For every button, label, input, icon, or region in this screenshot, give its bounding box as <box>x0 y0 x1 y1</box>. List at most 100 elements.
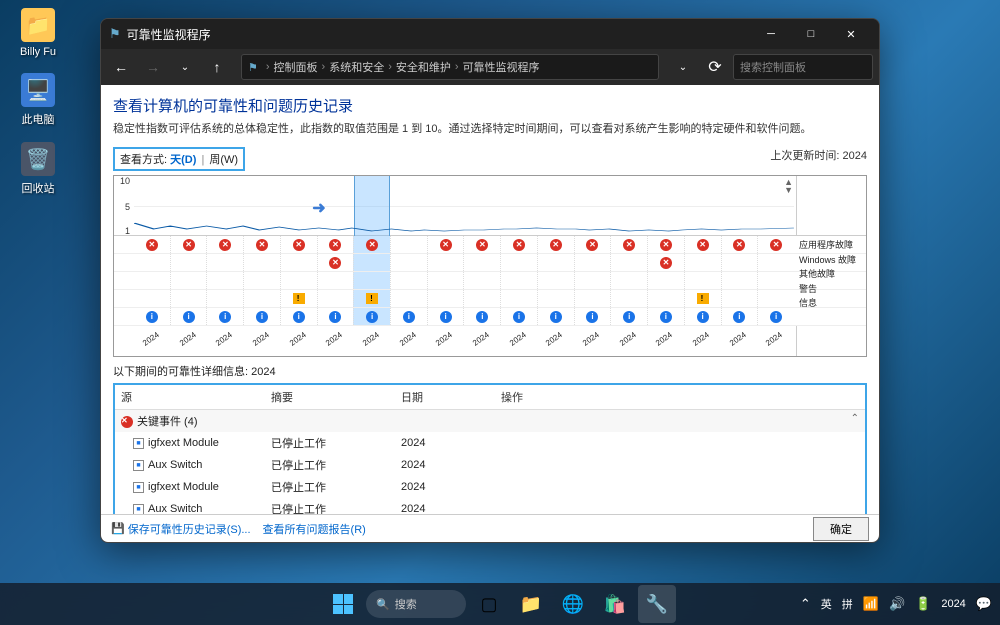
err-icon: ✕ <box>256 239 268 251</box>
warn-icon <box>293 293 305 304</box>
table-row[interactable]: ■Aux Switch已停止工作2024 <box>115 498 865 514</box>
err-icon: ✕ <box>623 239 635 251</box>
search-input[interactable]: 搜索控制面板 <box>733 54 873 80</box>
col-action[interactable]: 操作 <box>495 385 865 410</box>
date-axis: 2024202420242024202420242024202420242024… <box>114 326 866 356</box>
volume-icon[interactable]: 🔊 <box>889 596 905 612</box>
recent-button[interactable]: ⌄ <box>171 53 199 81</box>
view-toggle: 查看方式: 天(D) | 周(W) <box>113 147 245 171</box>
date-text: 2024 <box>395 498 495 514</box>
table-row[interactable]: ■igfxext Module已停止工作2024 <box>115 476 865 498</box>
notifications-icon[interactable]: 💬 <box>976 596 992 612</box>
collapse-icon[interactable]: ⌃ <box>851 413 859 424</box>
breadcrumb-dropdown[interactable]: ⌄ <box>669 53 697 81</box>
reliability-monitor-window: ⚑ 可靠性监视程序 ─ □ ✕ ← → ⌄ ↑ ⚑ › 控制面板 › 系统和安全… <box>100 18 880 543</box>
err-icon: ✕ <box>293 239 305 251</box>
summary-text: 已停止工作 <box>265 476 395 498</box>
up-button[interactable]: ↑ <box>203 53 231 81</box>
search-label: 搜索 <box>395 596 417 612</box>
desktop-icon-folder[interactable]: 📁 Billy Fu <box>8 8 68 58</box>
item-icon: ■ <box>133 504 144 514</box>
flag-icon: ⚑ <box>248 61 258 74</box>
explorer-icon[interactable]: 📁 <box>512 585 550 623</box>
source-text: Aux Switch <box>148 459 202 471</box>
desktop-icon-label: 此电脑 <box>22 111 55 127</box>
chart-event-row <box>114 290 866 308</box>
disk-icon: 💾 <box>111 522 125 535</box>
minimize-button[interactable]: ─ <box>751 19 791 49</box>
tray-expand-icon[interactable]: ⌃ <box>800 596 811 612</box>
err-icon: ✕ <box>219 239 231 251</box>
ime-indicator[interactable]: 拼 <box>842 596 853 612</box>
start-button[interactable] <box>324 585 362 623</box>
ok-button[interactable]: 确定 <box>813 517 869 541</box>
col-summary[interactable]: 摘要 <box>265 385 395 410</box>
folder-icon: 📁 <box>21 8 55 42</box>
battery-icon[interactable]: 🔋 <box>915 596 931 612</box>
table-row[interactable]: ■Aux Switch已停止工作2024 <box>115 454 865 476</box>
taskbar[interactable]: 🔍 搜索 ▢ 📁 🌐 🛍️ 🔧 ⌃ 英 拼 📶 🔊 🔋 2024 💬 <box>0 583 1000 625</box>
view-day-option[interactable]: 天(D) <box>170 154 196 166</box>
err-icon: ✕ <box>733 239 745 251</box>
chart-scroll[interactable]: ▲▼ <box>784 178 793 194</box>
breadcrumb-item[interactable]: 控制面板 <box>274 59 318 75</box>
events-table-wrap: 源 摘要 日期 操作 ✕关键事件 (4)⌃■igfxext Module已停止工… <box>113 383 867 514</box>
err-icon: ✕ <box>660 239 672 251</box>
reliability-line <box>134 176 794 236</box>
titlebar[interactable]: ⚑ 可靠性监视程序 ─ □ ✕ <box>101 19 879 49</box>
ime-indicator[interactable]: 英 <box>821 596 832 612</box>
save-history-link[interactable]: 保存可靠性历史记录(S)... <box>128 521 251 537</box>
desktop-icon-label: 回收站 <box>22 180 55 196</box>
breadcrumb-item[interactable]: 系统和安全 <box>329 59 384 75</box>
wifi-icon[interactable]: 📶 <box>863 596 879 612</box>
breadcrumb[interactable]: ⚑ › 控制面板 › 系统和安全 › 安全和维护 › 可靠性监视程序 <box>241 54 659 80</box>
err-icon: ✕ <box>476 239 488 251</box>
group-title: 关键事件 (4) <box>137 416 198 428</box>
navbar: ← → ⌄ ↑ ⚑ › 控制面板 › 系统和安全 › 安全和维护 › 可靠性监视… <box>101 49 879 85</box>
err-icon: ✕ <box>366 239 378 251</box>
source-text: igfxext Module <box>148 437 219 449</box>
detail-header: 以下期间的可靠性详细信息: 2024 <box>113 363 867 379</box>
date-label: 2024 <box>752 319 799 365</box>
chart-event-row <box>114 272 866 290</box>
breadcrumb-item[interactable]: 可靠性监视程序 <box>463 59 540 75</box>
summary-text: 已停止工作 <box>265 454 395 476</box>
col-date[interactable]: 日期 <box>395 385 495 410</box>
task-view-button[interactable]: ▢ <box>470 585 508 623</box>
desktop-icon-pc[interactable]: 🖥️ 此电脑 <box>8 73 68 127</box>
reliability-chart[interactable]: 10 5 1 ➜ ✕✕✕✕✕✕✕✕✕✕✕✕✕✕✕✕✕✕✕iiiiii <box>113 175 867 357</box>
last-update: 上次更新时间: 2024 <box>770 147 867 163</box>
app-icon[interactable]: 🔧 <box>638 585 676 623</box>
maximize-button[interactable]: □ <box>791 19 831 49</box>
date-text: 2024 <box>395 476 495 498</box>
pc-icon: 🖥️ <box>21 73 55 107</box>
close-button[interactable]: ✕ <box>831 19 871 49</box>
taskbar-search[interactable]: 🔍 搜索 <box>366 590 466 618</box>
err-icon: ✕ <box>586 239 598 251</box>
forward-button[interactable]: → <box>139 53 167 81</box>
breadcrumb-sep: › <box>266 61 270 73</box>
table-group-row[interactable]: ✕关键事件 (4)⌃ <box>115 410 865 433</box>
window-title: 可靠性监视程序 <box>127 26 751 43</box>
clock[interactable]: 2024 <box>941 598 965 610</box>
source-text: Aux Switch <box>148 503 202 514</box>
breadcrumb-sep: › <box>388 61 392 73</box>
err-icon: ✕ <box>660 257 672 269</box>
table-row[interactable]: ■igfxext Module已停止工作2024 <box>115 432 865 454</box>
desktop-icons: 📁 Billy Fu 🖥️ 此电脑 🗑️ 回收站 <box>8 8 68 196</box>
col-source[interactable]: 源 <box>115 385 265 410</box>
view-reports-link[interactable]: 查看所有问题报告(R) <box>263 521 366 537</box>
refresh-button[interactable]: ⟳ <box>701 53 729 81</box>
desktop-icon-label: Billy Fu <box>20 46 56 58</box>
page-description: 稳定性指数可评估系统的总体稳定性，此指数的取值范围是 1 到 10。通过选择特定… <box>113 122 867 137</box>
store-icon[interactable]: 🛍️ <box>596 585 634 623</box>
desktop-icon-bin[interactable]: 🗑️ 回收站 <box>8 142 68 196</box>
back-button[interactable]: ← <box>107 53 135 81</box>
edge-icon[interactable]: 🌐 <box>554 585 592 623</box>
breadcrumb-sep: › <box>455 61 459 73</box>
events-table: 源 摘要 日期 操作 ✕关键事件 (4)⌃■igfxext Module已停止工… <box>115 385 865 514</box>
breadcrumb-item[interactable]: 安全和维护 <box>396 59 451 75</box>
err-icon: ✕ <box>329 257 341 269</box>
view-week-option[interactable]: 周(W) <box>209 154 238 166</box>
last-update-value: 2024 <box>843 150 867 162</box>
